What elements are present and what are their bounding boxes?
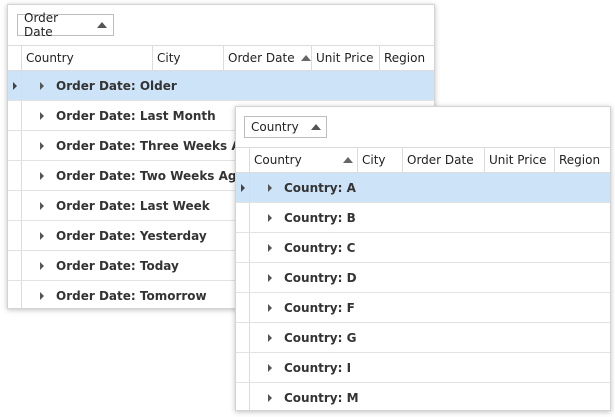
- sort-ascending-icon: [300, 55, 311, 61]
- row-indicator: [8, 131, 22, 160]
- expand-icon[interactable]: [40, 291, 44, 300]
- group-row-label: Country: B: [284, 210, 356, 225]
- row-indicator: [236, 383, 250, 410]
- sort-ascending-icon: [97, 22, 107, 28]
- group-row-label: Country: G: [284, 330, 357, 345]
- row-indicator: [8, 101, 22, 130]
- column-header-label: City: [362, 153, 386, 167]
- group-row-label: Order Date: Two Weeks Ago: [56, 168, 245, 183]
- group-row-label: Country: D: [284, 270, 357, 285]
- focused-row-pointer-icon: [240, 183, 245, 192]
- column-header-order-date[interactable]: Order Date: [403, 148, 485, 172]
- group-row-label: Order Date: Today: [56, 258, 179, 273]
- expand-icon[interactable]: [40, 261, 44, 270]
- column-header-city[interactable]: City: [153, 46, 224, 70]
- expand-icon[interactable]: [268, 243, 272, 252]
- group-row-label: Order Date: Tomorrow: [56, 288, 207, 303]
- expand-icon[interactable]: [268, 363, 272, 372]
- group-panel: Order Date: [8, 5, 434, 46]
- row-indicator: [8, 191, 22, 220]
- expand-icon[interactable]: [40, 171, 44, 180]
- row-indicator: [236, 353, 250, 382]
- expand-icon[interactable]: [40, 231, 44, 240]
- row-indicator: [236, 323, 250, 352]
- group-chip-country[interactable]: Country: [244, 116, 327, 138]
- group-row[interactable]: Country: G: [236, 323, 610, 353]
- group-row[interactable]: Country: D: [236, 263, 610, 293]
- group-row-label: Country: A: [284, 180, 356, 195]
- column-header-region[interactable]: Region: [380, 46, 434, 70]
- expand-icon[interactable]: [268, 303, 272, 312]
- group-row[interactable]: Country: C: [236, 233, 610, 263]
- row-indicator: [8, 71, 22, 100]
- expand-icon[interactable]: [40, 201, 44, 210]
- group-chip-order-date[interactable]: Order Date: [17, 11, 114, 39]
- header-indicator: [8, 46, 22, 70]
- expand-icon[interactable]: [40, 81, 44, 90]
- row-indicator: [236, 293, 250, 322]
- group-chip-label: Country: [251, 120, 299, 134]
- focused-row-pointer-icon: [12, 81, 17, 90]
- group-row[interactable]: Country: F: [236, 293, 610, 323]
- group-row[interactable]: Country: I: [236, 353, 610, 383]
- group-row-label: Country: M: [284, 390, 359, 405]
- expand-icon[interactable]: [268, 213, 272, 222]
- group-row-label: Country: C: [284, 240, 356, 255]
- column-header-country[interactable]: Country: [250, 148, 358, 172]
- group-row[interactable]: Country: A: [236, 173, 610, 203]
- row-indicator: [236, 263, 250, 292]
- column-header-label: Country: [254, 153, 302, 167]
- group-row-label: Country: I: [284, 360, 352, 375]
- column-header-row: Country City Order Date Unit Price Regio…: [8, 46, 434, 71]
- expand-icon[interactable]: [40, 141, 44, 150]
- row-indicator: [8, 281, 22, 308]
- column-header-label: Unit Price: [316, 51, 374, 65]
- column-header-label: Region: [384, 51, 426, 65]
- sort-ascending-icon: [310, 124, 321, 130]
- column-header-label: Unit Price: [489, 153, 547, 167]
- group-chip-label: Order Date: [24, 11, 59, 39]
- row-indicator: [236, 173, 250, 202]
- group-row-label: Order Date: Yesterday: [56, 228, 207, 243]
- column-header-country[interactable]: Country: [22, 46, 153, 70]
- group-row[interactable]: Order Date: Older: [8, 71, 434, 101]
- row-indicator: [8, 251, 22, 280]
- column-header-region[interactable]: Region: [555, 148, 609, 172]
- column-header-label: Region: [559, 153, 601, 167]
- expand-icon[interactable]: [268, 333, 272, 342]
- column-header-label: Order Date: [228, 51, 295, 65]
- group-row-label: Country: F: [284, 300, 355, 315]
- row-indicator: [236, 233, 250, 262]
- group-panel: Country: [236, 107, 610, 148]
- column-header-label: City: [157, 51, 181, 65]
- column-header-city[interactable]: City: [358, 148, 403, 172]
- column-header-order-date[interactable]: Order Date: [224, 46, 312, 70]
- group-rows: Country: A Country: B Country: C Country…: [236, 173, 610, 410]
- column-header-unit-price[interactable]: Unit Price: [312, 46, 380, 70]
- column-header-row: Country City Order Date Unit Price Regio…: [236, 148, 610, 173]
- header-indicator: [236, 148, 250, 172]
- group-row[interactable]: Country: B: [236, 203, 610, 233]
- group-row-label: Order Date: Last Month: [56, 108, 216, 123]
- expand-icon[interactable]: [40, 111, 44, 120]
- expand-icon[interactable]: [268, 273, 272, 282]
- column-header-label: Country: [26, 51, 74, 65]
- sort-ascending-icon: [343, 157, 353, 163]
- expand-icon[interactable]: [268, 183, 272, 192]
- country-grouped-grid: Country Country City Order Date Unit Pri…: [235, 106, 611, 411]
- column-header-unit-price[interactable]: Unit Price: [485, 148, 555, 172]
- group-row-label: Order Date: Three Weeks Ago: [56, 138, 258, 153]
- expand-icon[interactable]: [268, 393, 272, 402]
- row-indicator: [8, 161, 22, 190]
- group-row-label: Order Date: Older: [56, 78, 177, 93]
- column-header-label: Order Date: [407, 153, 474, 167]
- group-row-label: Order Date: Last Week: [56, 198, 210, 213]
- group-row[interactable]: Country: M: [236, 383, 610, 410]
- row-indicator: [236, 203, 250, 232]
- row-indicator: [8, 221, 22, 250]
